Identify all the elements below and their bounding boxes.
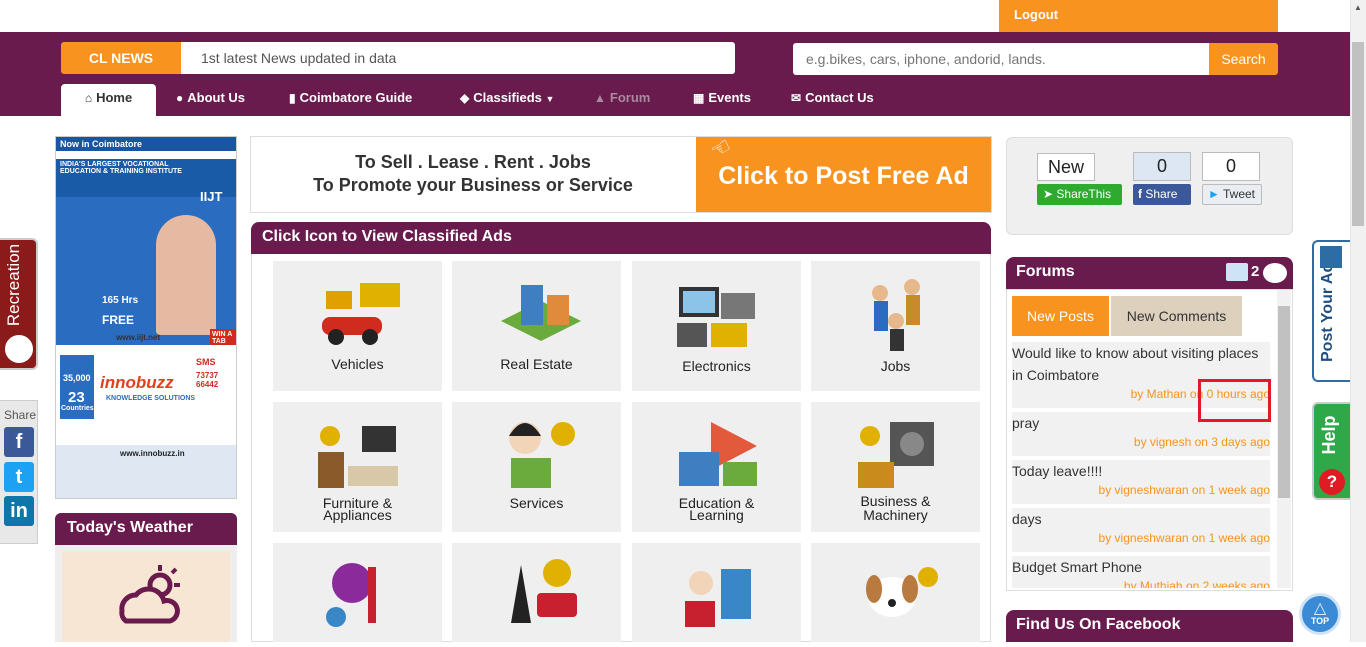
scroll-up-icon[interactable]: ▲ [1350,0,1366,16]
forum-post-title: Budget Smart Phone [1012,559,1142,575]
recreation-label: Recreation [4,243,23,327]
category-business-machinery[interactable]: Business & Machinery [811,402,980,532]
facebook-title: Find Us On Facebook [1006,610,1293,642]
mail-icon [1320,246,1342,268]
forum-post[interactable]: days by vigneshwaran on 1 week ago [1012,508,1270,552]
forum-post-title: days [1012,511,1042,527]
education-icon [671,412,763,492]
travel-icon [491,553,583,633]
new-badge: New [1037,153,1095,181]
facebook-share-count: 0 [1133,152,1191,181]
share-label: Share [4,408,37,422]
forum-post-title: Today leave!!!! [1012,463,1103,479]
question-icon: ? [1319,469,1345,495]
share-icon: ➤ [1043,187,1057,201]
highlight-box [1198,379,1271,422]
tag-icon: ◆ [460,91,470,105]
home-icon: ⌂ [84,91,93,105]
category-jobs[interactable]: Jobs [811,261,980,391]
category-services[interactable]: Services [452,402,621,532]
news-ticker[interactable]: 1st latest News updated in data [181,42,735,74]
facebook-icon[interactable]: f [4,427,34,457]
category-lifestyle-baby[interactable] [632,543,801,642]
calendar-icon: ▦ [693,91,705,105]
nav-about-us[interactable]: ● About Us [166,84,255,116]
facebook-share-button[interactable]: f Share [1133,184,1191,205]
pet-icon [850,553,942,633]
help-label: Help [1319,415,1339,455]
arts-icon [312,553,404,633]
page-scrollbar-thumb[interactable] [1352,42,1364,226]
caret-down-icon: ▼ [545,94,555,104]
logout-button[interactable]: Logout [999,0,1278,32]
jobs-icon [850,271,942,351]
ad-innobuzz: 35,000 23 Countries innobuzz KNOWLEDGE S… [56,345,236,498]
twitter-share-count: 0 [1202,152,1260,181]
post-your-ads-label: Post Your Ads [1319,253,1336,362]
search-input[interactable] [793,43,1209,75]
nav-classifieds[interactable]: ◆ Classifieds ▼ [450,84,564,116]
nav-coimbatore-guide[interactable]: ▮ Coimbatore Guide [279,84,422,116]
classified-title: Click Icon to View Classified Ads [251,222,991,254]
services-icon [491,412,583,492]
business-icon [850,412,942,492]
search-button[interactable]: Search [1209,43,1278,75]
category-real-estate[interactable]: Real Estate [452,261,621,391]
forum-post-meta: by vigneshwaran on 1 week ago [1098,483,1270,497]
forums-title: Forums [1006,257,1293,289]
category-education-learning[interactable]: Education & Learning [632,402,801,532]
category-tours-travels[interactable] [452,543,621,642]
advertisement-banner[interactable]: Now in Coimbatore INDIA'S LARGEST VOCATI… [55,136,237,499]
tab-new-comments[interactable]: New Comments [1111,296,1242,336]
forum-post-meta: by vigneshwaran on 1 week ago [1098,531,1270,545]
forum-post[interactable]: Today leave!!!! by vigneshwaran on 1 wee… [1012,460,1270,504]
category-pet-animals[interactable] [811,543,980,642]
forum-scrollbar-thumb[interactable] [1278,306,1290,498]
linkedin-icon[interactable]: in [4,496,34,526]
weather-title: Today's Weather [55,513,237,545]
partly-cloudy-icon [62,551,230,642]
news-label: CL NEWS [61,42,181,74]
nav-home[interactable]: ⌂ Home [61,84,156,116]
tab-new-posts[interactable]: New Posts [1012,296,1109,336]
category-arts-crafts[interactable] [273,543,442,642]
tweet-button[interactable]: ► Tweet [1202,184,1262,205]
twitter-icon[interactable]: t [4,462,34,492]
forum-post-meta: by vignesh on 3 days ago [1133,435,1270,449]
recreation-icon [3,333,35,365]
vehicles-icon [312,271,404,351]
forum-post-meta: by Muthiah on 2 weeks ago [1123,579,1270,588]
bullhorn-icon: ▲ [594,91,606,105]
category-vehicles[interactable]: Vehicles [273,261,442,391]
forum-count: 2 [1251,263,1260,280]
furniture-icon [312,412,404,492]
nav-events[interactable]: ▦ Events [683,84,761,116]
envelope-icon: ✉ [791,91,802,105]
forum-post[interactable]: Budget Smart Phone by Muthiah on 2 weeks… [1012,556,1270,588]
book-icon: ▮ [289,91,296,105]
twitter-icon: ► [1208,187,1223,201]
nav-forum[interactable]: ▲ Forum [584,84,660,116]
post-ad-line1: To Sell . Lease . Rent . Jobs [355,152,591,172]
nav-contact-us[interactable]: ✉ Contact Us [781,84,884,116]
mail-icon[interactable] [1226,263,1248,281]
category-furniture-appliances[interactable]: Furniture & Appliances [273,402,442,532]
category-electronics[interactable]: Electronics [632,261,801,391]
user-icon: ● [176,91,184,105]
real-estate-icon [491,271,583,351]
ad-person-image [156,215,216,335]
post-ad-line2: To Promote your Business or Service [313,175,633,195]
ad-iijt: Now in Coimbatore INDIA'S LARGEST VOCATI… [56,137,236,347]
sharethis-button[interactable]: ➤ ShareThis [1037,184,1122,205]
comments-icon[interactable] [1263,263,1287,283]
arrow-up-icon: △ [1313,600,1327,617]
electronics-icon [671,271,763,351]
lifestyle-icon [671,553,763,633]
